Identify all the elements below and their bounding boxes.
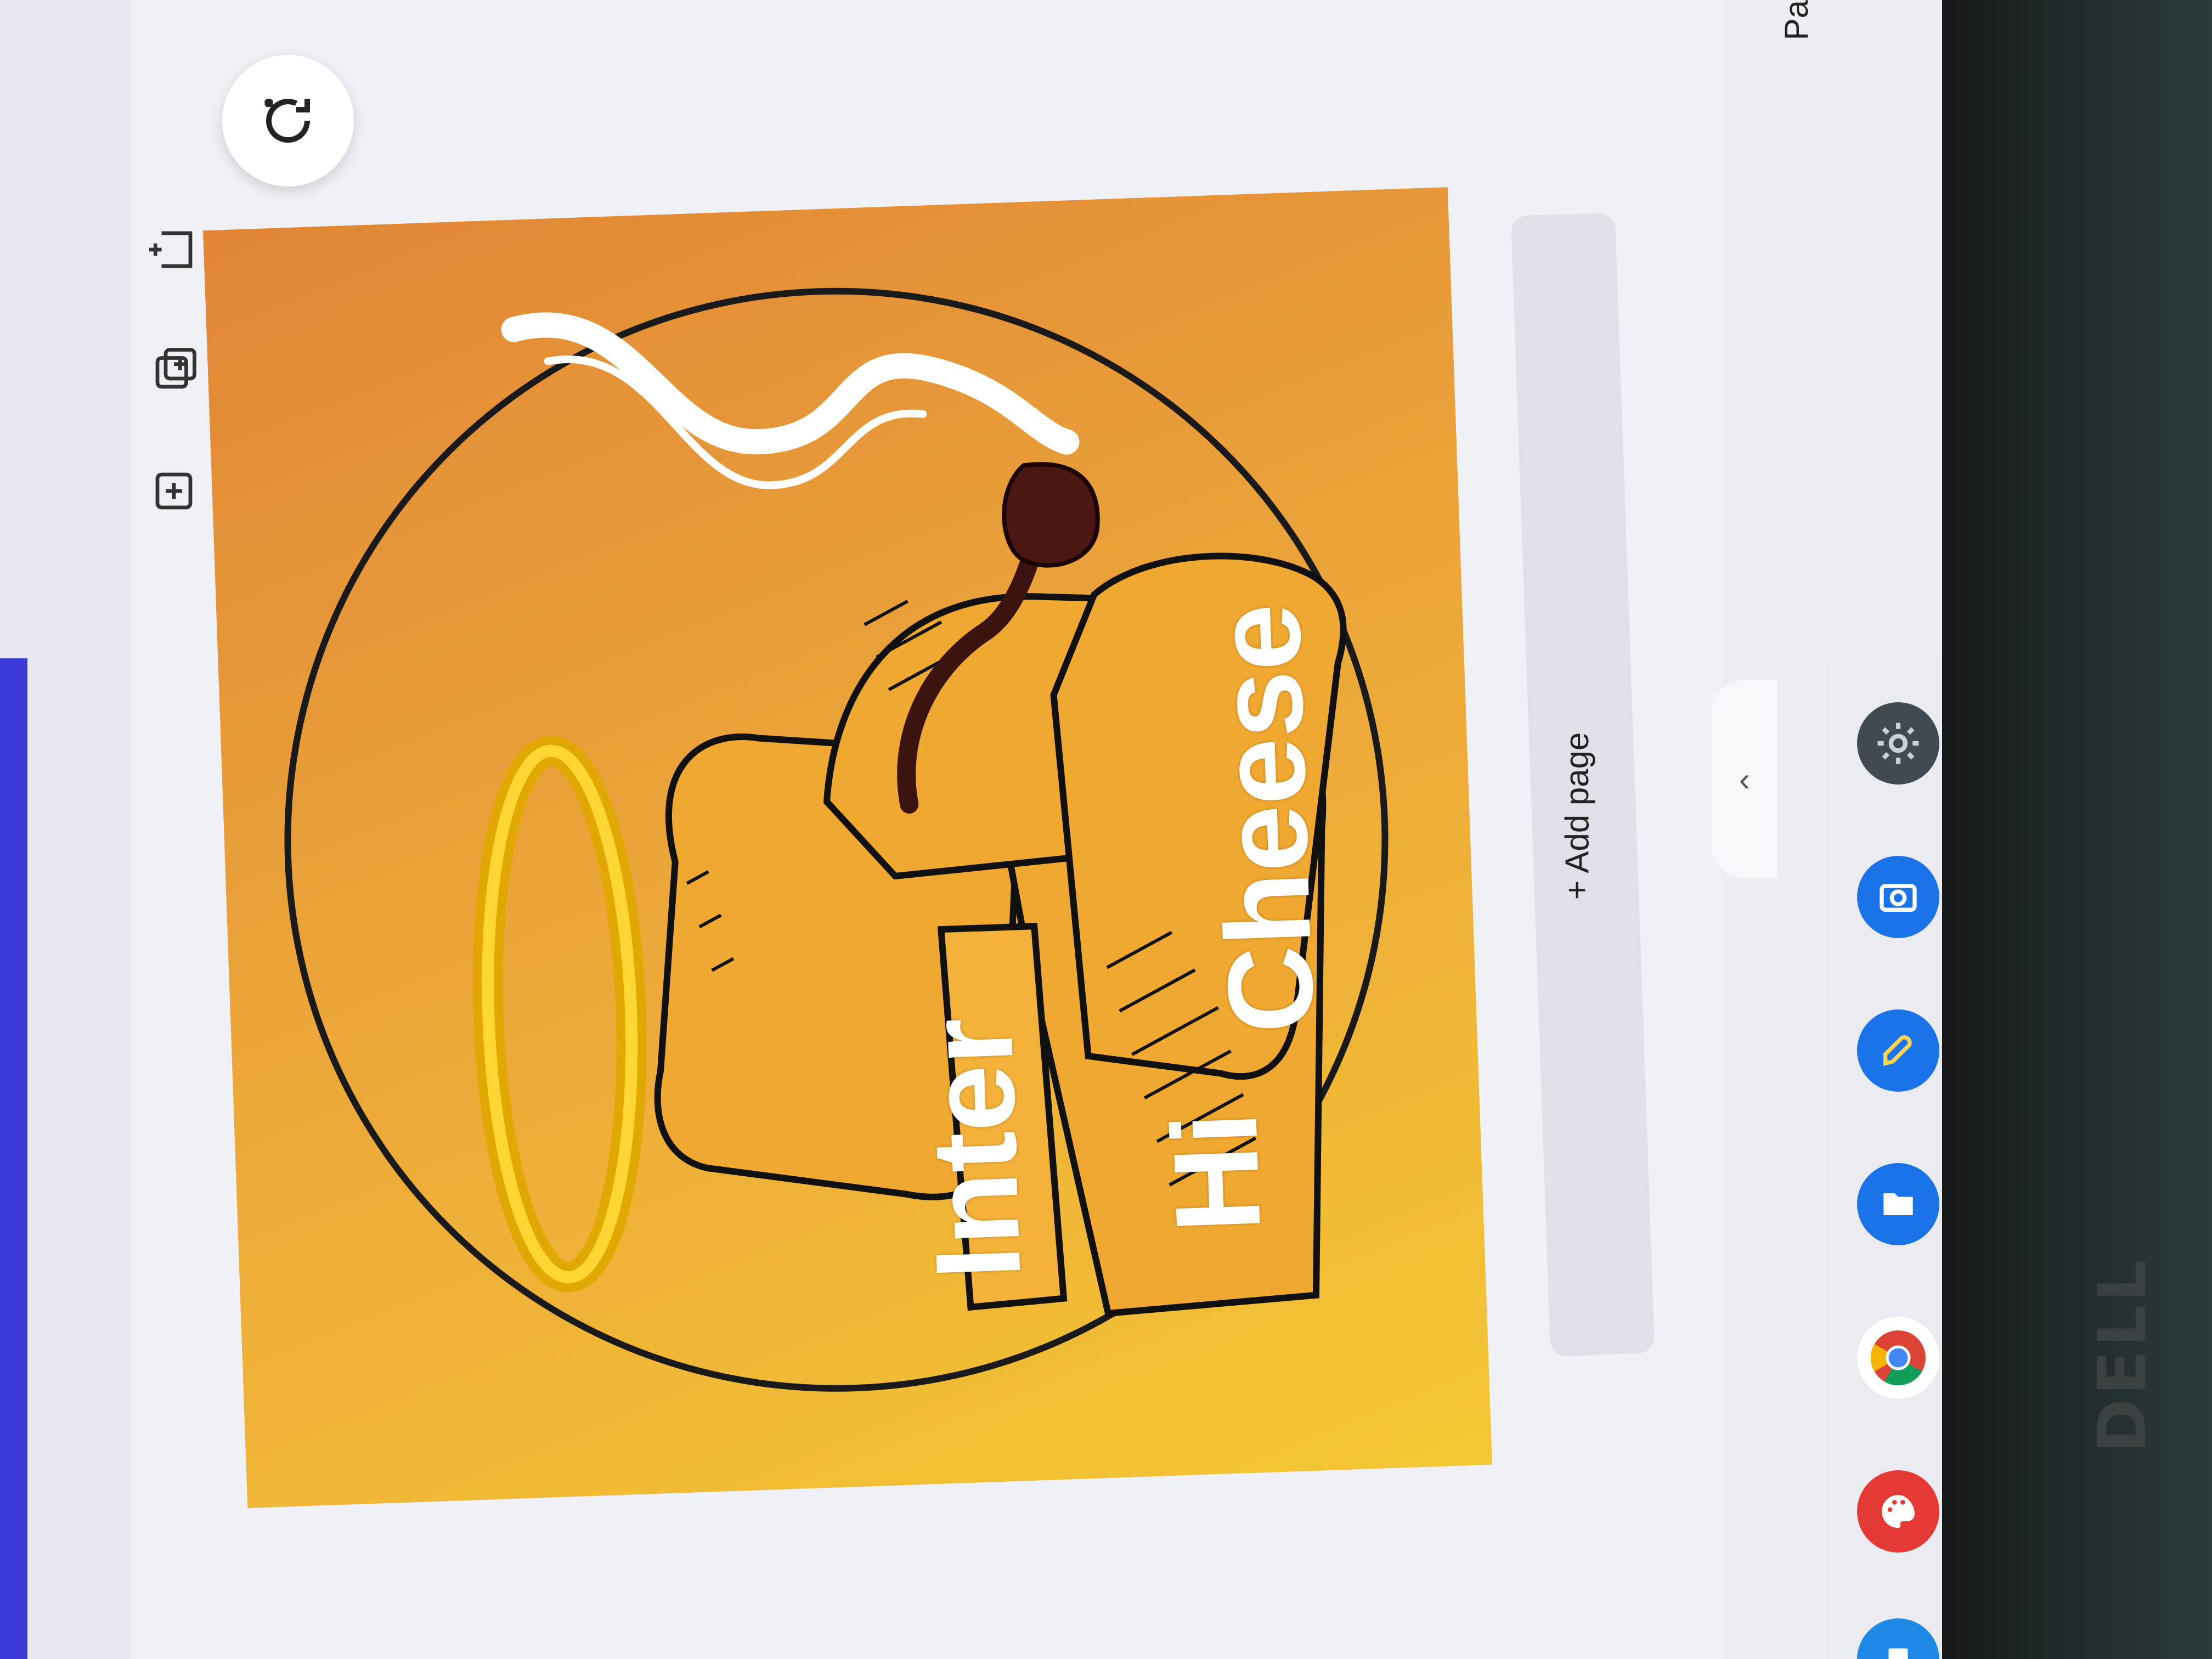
- canvas-paint-icon[interactable]: [1857, 1470, 1939, 1553]
- smoke-swirl: [501, 312, 1080, 489]
- chromebook-screen: Inter Hi Cheese + Add page ‹ Pa: [0, 0, 1942, 1659]
- refresh-sparkle-icon: [264, 99, 311, 143]
- chevron-left-icon: ‹: [1739, 760, 1750, 798]
- rocket-app-icon[interactable]: [1857, 1009, 1939, 1092]
- camera-icon[interactable]: [1857, 856, 1939, 938]
- add-page-label: + Add page: [1559, 732, 1595, 900]
- magic-refresh-button[interactable]: [222, 55, 354, 187]
- dell-logo: DELL: [2084, 1256, 2161, 1453]
- add-page-icon[interactable]: [144, 461, 204, 521]
- design-text-inter[interactable]: Inter: [900, 1015, 1048, 1282]
- collapse-panel-tab[interactable]: ‹: [1712, 680, 1778, 878]
- design-text-cheese[interactable]: Cheese: [1188, 602, 1341, 1036]
- add-page-up-icon[interactable]: [144, 219, 204, 280]
- sidebar-accent-strip: [0, 658, 27, 1659]
- halo-ring: [472, 736, 647, 1293]
- design-page[interactable]: Inter Hi Cheese: [203, 187, 1492, 1508]
- edge-label: Pa: [1778, 0, 1815, 41]
- settings-icon[interactable]: [1857, 702, 1939, 785]
- design-text-hi[interactable]: Hi: [1145, 1110, 1288, 1235]
- chrome-icon[interactable]: [1857, 1317, 1939, 1399]
- monitor-bezel: [1942, 0, 2212, 1659]
- files-icon[interactable]: [1857, 1163, 1939, 1245]
- duplicate-page-icon[interactable]: [144, 340, 204, 400]
